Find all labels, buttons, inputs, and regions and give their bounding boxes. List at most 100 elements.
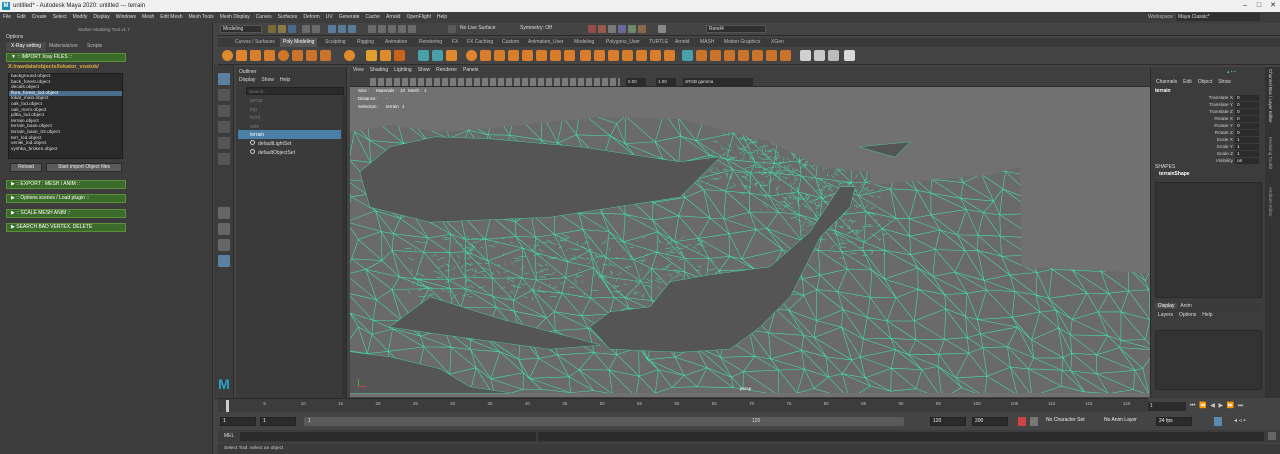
bevel-icon[interactable] bbox=[508, 50, 519, 61]
snap-point-icon[interactable] bbox=[388, 25, 396, 33]
smooth-icon[interactable] bbox=[446, 50, 457, 61]
vp-menu-show[interactable]: Show bbox=[415, 67, 434, 73]
viewport-toolbar-icons[interactable] bbox=[370, 78, 620, 86]
time-slider[interactable]: 1510152025303540455055606570758085909510… bbox=[218, 398, 1148, 412]
layer-menu-layers[interactable]: Layers bbox=[1155, 312, 1176, 318]
menu-cache[interactable]: Cache bbox=[363, 12, 383, 23]
shelf-tab[interactable]: FX bbox=[449, 38, 461, 47]
playback-end-field[interactable]: 120 bbox=[930, 417, 966, 426]
collapse-icon[interactable] bbox=[664, 50, 675, 61]
target-weld-icon[interactable] bbox=[580, 50, 591, 61]
object-file-list[interactable]: background.object back_forest.object dec… bbox=[8, 73, 123, 159]
boolean-icon[interactable] bbox=[466, 50, 477, 61]
minimize-button[interactable]: – bbox=[1238, 0, 1252, 12]
shelf-tab[interactable]: Rigging bbox=[354, 38, 377, 47]
options-section-header[interactable]: ▶ :: Options scenes / Load plugin :: bbox=[6, 194, 126, 203]
normals-icon[interactable] bbox=[828, 50, 839, 61]
planar-map-icon[interactable] bbox=[696, 50, 707, 61]
menu-modify[interactable]: Modify bbox=[70, 12, 91, 23]
soften-edge-icon[interactable] bbox=[800, 50, 811, 61]
outliner-search-input[interactable] bbox=[246, 87, 344, 95]
snap-curve-icon[interactable] bbox=[378, 25, 386, 33]
tab-materials[interactable]: Materials/ure bbox=[44, 42, 83, 51]
unfold-uv-icon[interactable] bbox=[752, 50, 763, 61]
layer-menu-help[interactable]: Help bbox=[1199, 312, 1215, 318]
menu-mesh-display[interactable]: Mesh Display bbox=[217, 12, 253, 23]
poly-platonic-icon[interactable] bbox=[320, 50, 331, 61]
new-scene-icon[interactable] bbox=[268, 25, 276, 33]
shelf-tab[interactable]: Curves / Surfaces bbox=[232, 38, 278, 47]
command-input[interactable] bbox=[240, 432, 536, 441]
auto-key-icon[interactable] bbox=[1018, 417, 1026, 426]
redo-icon[interactable] bbox=[312, 25, 320, 33]
separate-icon[interactable] bbox=[432, 50, 443, 61]
poly-sphere-icon[interactable] bbox=[222, 50, 233, 61]
shelf-tab[interactable]: Arnold bbox=[672, 38, 692, 47]
shelf-tab[interactable]: Custom bbox=[499, 38, 522, 47]
viewport-3d[interactable]: Size : Materials : 10 Mesh : 1 Distance … bbox=[350, 87, 1150, 397]
current-time-marker[interactable] bbox=[226, 400, 229, 412]
layer-tab-anim[interactable]: Anim bbox=[1177, 303, 1194, 309]
attr-row[interactable]: Translate Y0 bbox=[1155, 102, 1259, 109]
attr-row[interactable]: Scale X1 bbox=[1155, 137, 1259, 144]
menu-generate[interactable]: Generate bbox=[336, 12, 363, 23]
outliner-item-selected[interactable]: terrain bbox=[250, 131, 264, 139]
snap-grid-icon[interactable] bbox=[368, 25, 376, 33]
bridge-icon[interactable] bbox=[522, 50, 533, 61]
script-editor-icon[interactable] bbox=[1268, 432, 1276, 440]
attr-row[interactable]: Scale Y1 bbox=[1155, 144, 1259, 151]
current-frame-field[interactable]: 1 bbox=[1148, 402, 1186, 411]
shelf-tab-active[interactable]: Poly Modeling bbox=[280, 38, 318, 47]
arnold-icon[interactable] bbox=[658, 25, 666, 33]
attr-row[interactable]: Scale Z1 bbox=[1155, 151, 1259, 158]
render-icon[interactable] bbox=[588, 25, 596, 33]
outliner-menu-show[interactable]: Show bbox=[258, 77, 277, 83]
channel-menu-show[interactable]: Show bbox=[1215, 79, 1234, 85]
open-scene-icon[interactable] bbox=[278, 25, 286, 33]
select-object-icon[interactable] bbox=[338, 25, 346, 33]
wedge-icon[interactable] bbox=[622, 50, 633, 61]
attr-row[interactable]: Rotate X0 bbox=[1155, 116, 1259, 123]
shelf-tab[interactable]: TURTLE bbox=[646, 38, 671, 47]
terrain-wireframe[interactable] bbox=[350, 87, 1150, 397]
poly-cone-icon[interactable] bbox=[264, 50, 275, 61]
menu-mesh[interactable]: Mesh bbox=[139, 12, 157, 23]
type-icon[interactable] bbox=[380, 50, 391, 61]
far-clip-field[interactable]: 1.00 bbox=[656, 78, 676, 86]
shelf-tab[interactable]: Rendering bbox=[416, 38, 445, 47]
insert-edge-loop-icon[interactable] bbox=[594, 50, 605, 61]
shelf-tab[interactable]: Motion Graphics bbox=[721, 38, 763, 47]
multi-cut-icon[interactable] bbox=[564, 50, 575, 61]
attr-row[interactable]: Translate Z0 bbox=[1155, 109, 1259, 116]
live-surface-label[interactable]: No Live Surface bbox=[458, 25, 502, 33]
select-hierarchy-icon[interactable] bbox=[328, 25, 336, 33]
shelf-tab[interactable]: Animation_User bbox=[525, 38, 567, 47]
reload-button[interactable]: Reload bbox=[10, 163, 42, 172]
tab-xray-setting[interactable]: X-Ray setting bbox=[6, 42, 47, 51]
loop-icon[interactable] bbox=[1214, 417, 1222, 426]
vp-menu-panels[interactable]: Panels bbox=[460, 67, 481, 73]
color-space-dropdown[interactable]: sRGB gamma bbox=[683, 78, 753, 86]
vp-menu-lighting[interactable]: Lighting bbox=[391, 67, 415, 73]
select-tool-icon[interactable] bbox=[218, 73, 230, 85]
end-time-field[interactable]: 200 bbox=[972, 417, 1008, 426]
vp-menu-view[interactable]: View bbox=[350, 67, 367, 73]
channel-box-icons[interactable]: ▴ ▪ ▪ bbox=[1227, 69, 1257, 75]
render-setup-icon[interactable] bbox=[628, 25, 636, 33]
move-tool-icon[interactable] bbox=[218, 121, 230, 133]
render-settings-icon[interactable] bbox=[608, 25, 616, 33]
vp-menu-renderer[interactable]: Renderer bbox=[433, 67, 460, 73]
extrude-icon[interactable] bbox=[494, 50, 505, 61]
menu-help[interactable]: Help bbox=[434, 12, 450, 23]
select-component-icon[interactable] bbox=[348, 25, 356, 33]
hypershade-icon[interactable] bbox=[618, 25, 626, 33]
attr-row[interactable]: Rotate Y0 bbox=[1155, 123, 1259, 130]
fill-hole-icon[interactable] bbox=[536, 50, 547, 61]
attr-row[interactable]: Rotate Z0 bbox=[1155, 130, 1259, 137]
menu-edit-mesh[interactable]: Edit Mesh bbox=[157, 12, 185, 23]
poly-disc-icon[interactable] bbox=[306, 50, 317, 61]
persp-outliner-icon[interactable] bbox=[218, 239, 230, 251]
svg-icon[interactable] bbox=[366, 50, 377, 61]
four-view-icon[interactable] bbox=[218, 223, 230, 235]
scale-section-header[interactable]: ▶ :: SCALE MESH ANIM :: bbox=[6, 209, 126, 218]
